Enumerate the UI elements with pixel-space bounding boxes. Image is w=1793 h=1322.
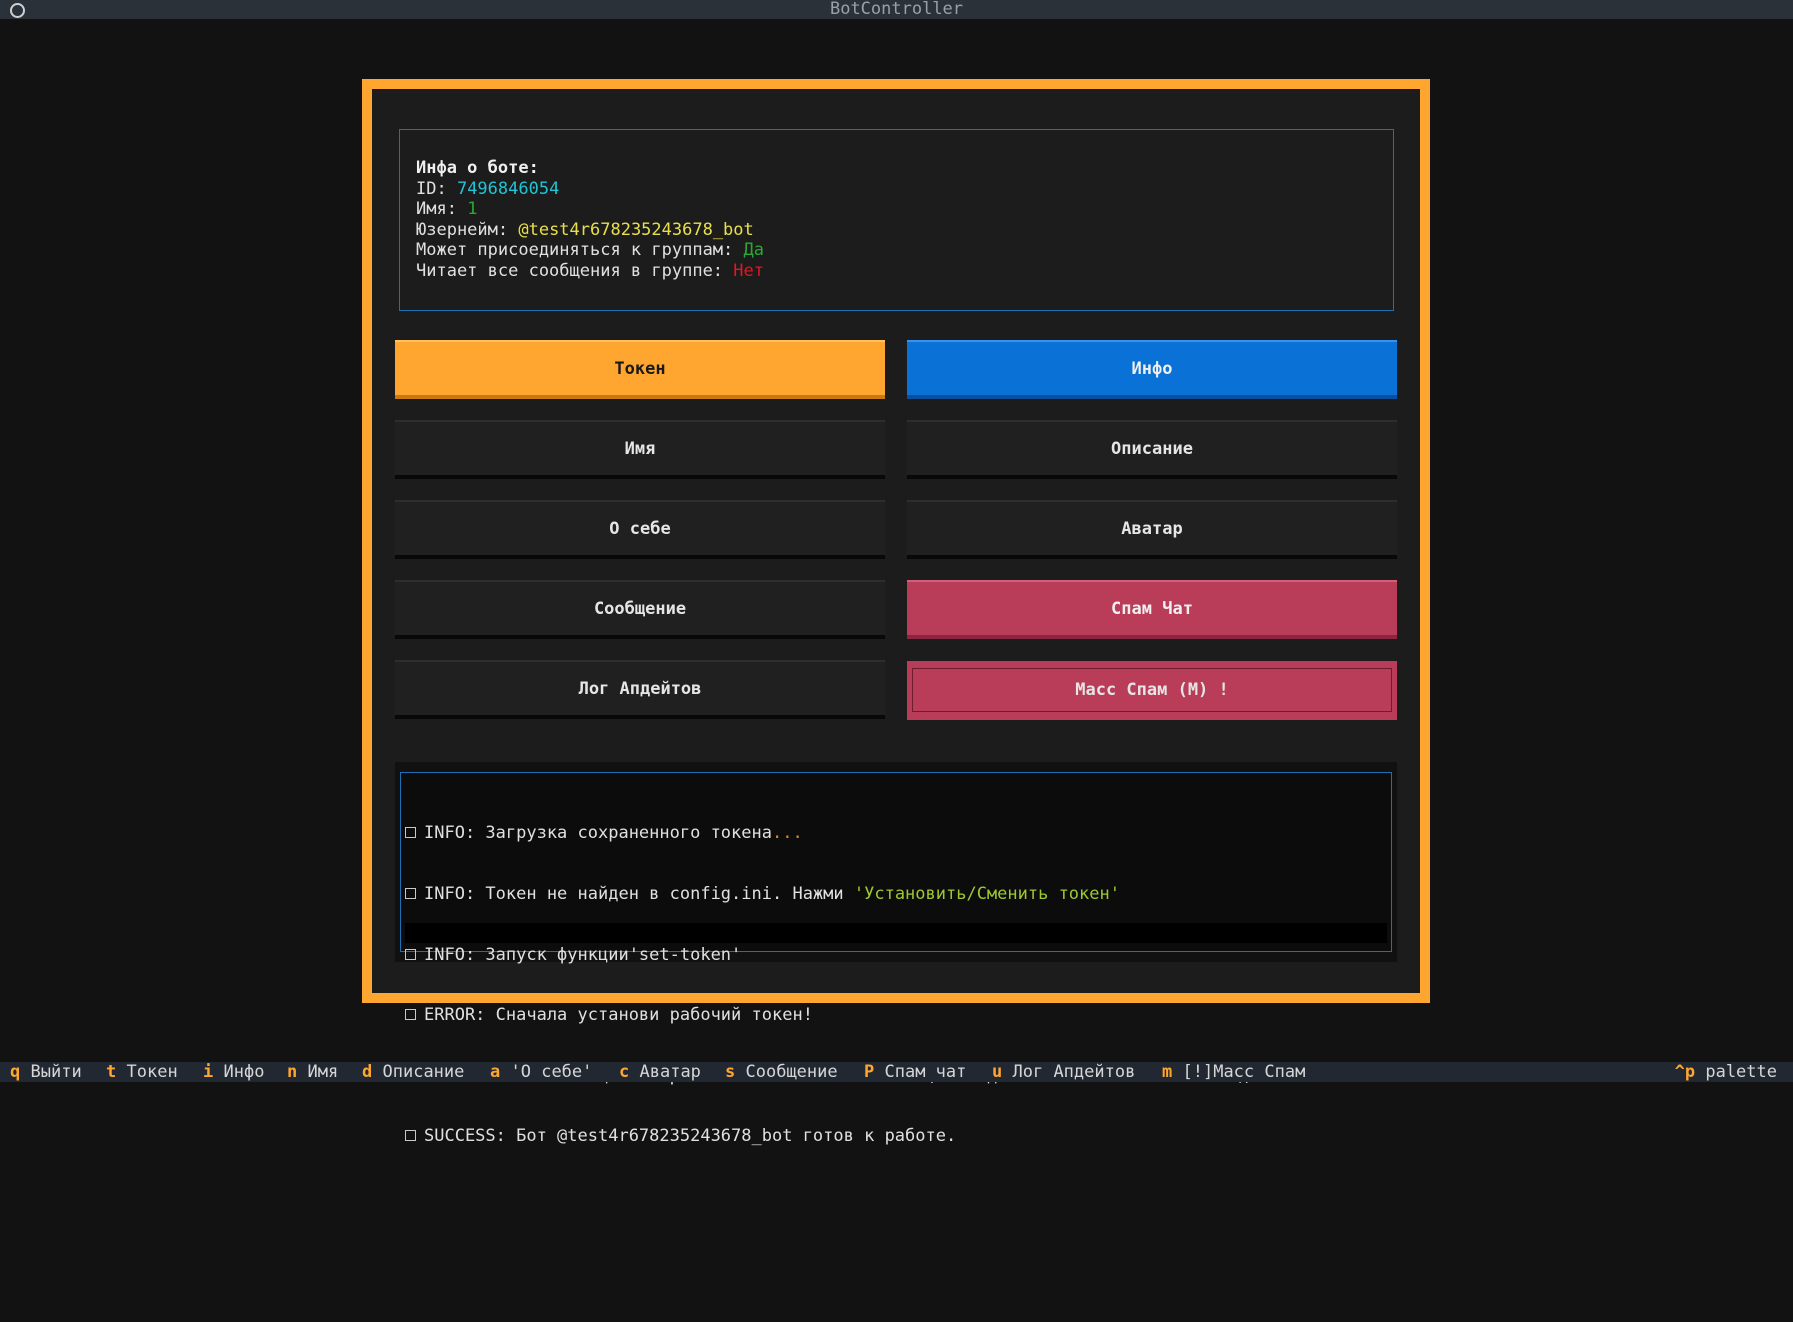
log-line: SUCCESS: Бот @test4r678235243678_bot гот… (405, 1126, 1391, 1146)
footer-item-update-log[interactable]: u Лог Апдейтов (992, 1062, 1135, 1082)
can-join-groups-label: Может присоединяться к группам: (416, 240, 744, 260)
log-panel[interactable]: INFO: Загрузка сохраненного токена... IN… (400, 772, 1392, 1146)
bot-username-label: Юзернейм: (416, 219, 519, 240)
log-input-line[interactable] (405, 923, 1387, 943)
window-circle-icon[interactable] (10, 3, 25, 18)
footer-item-token[interactable]: t Токен (106, 1062, 178, 1082)
bot-name-value: 1 (467, 199, 478, 219)
mass-spam-button-label: Масс Спам (M) ! (912, 668, 1392, 712)
token-button[interactable]: Токен (395, 340, 885, 399)
log-line: INFO: Загрузка сохраненного токена... (405, 823, 1391, 843)
footer-item-avatar[interactable]: c Аватар (619, 1062, 701, 1082)
bot-id-label: ID: (416, 178, 457, 199)
log-bullet-icon (405, 1130, 416, 1142)
info-button[interactable]: Инфо (907, 340, 1397, 399)
reads-all-messages-label: Читает все сообщения в группе: (416, 260, 734, 281)
mass-spam-button[interactable]: Масс Спам (M) ! (907, 661, 1397, 720)
footer-item-description[interactable]: d Описание (362, 1062, 464, 1082)
bot-username-value: @test4r678235243678_bot (518, 219, 754, 240)
log-line: ERROR: Сначала установи рабочий токен! (405, 1005, 1391, 1025)
bot-id-value: 7496846054 (456, 178, 560, 199)
name-button[interactable]: Имя (395, 420, 885, 479)
footer-item-name[interactable]: n Имя (287, 1062, 338, 1082)
footer-item-mass-spam[interactable]: m [!]Масс Спам (1162, 1062, 1305, 1082)
footer-item-info[interactable]: i Инфо (203, 1062, 264, 1082)
title-bar: BotController (0, 0, 1793, 19)
spam-chat-button[interactable]: Спам Чат (907, 580, 1397, 639)
can-join-groups-value: Да (743, 240, 764, 260)
log-line: INFO: Токен не найден в config.ini. Нажм… (405, 884, 1391, 904)
footer-keybar: q Выйти t Токен i Инфо n Имя d Описание … (0, 1062, 1793, 1082)
message-button[interactable]: Сообщение (395, 580, 885, 639)
footer-item-quit[interactable]: q Выйти (10, 1062, 82, 1082)
footer-item-about[interactable]: a 'О себе' (490, 1062, 592, 1082)
about-button[interactable]: О себе (395, 500, 885, 559)
bot-info-header: Инфа о боте: (416, 158, 539, 178)
log-bullet-icon (405, 948, 416, 960)
footer-item-spam-chat[interactable]: P Спам чат (864, 1062, 966, 1082)
bot-info-panel: Инфа о боте: ID: 7496846054 Имя: 1 Юзерн… (399, 129, 1394, 311)
log-bullet-icon (405, 1009, 416, 1021)
log-bullet-icon (405, 827, 416, 839)
footer-item-message[interactable]: s Сообщение (725, 1062, 838, 1082)
reads-all-messages-value: Нет (733, 260, 764, 281)
bot-name-label: Имя: (416, 199, 468, 219)
avatar-button[interactable]: Аватар (907, 500, 1397, 559)
log-bullet-icon (405, 888, 416, 899)
footer-palette[interactable]: ^p palette (1675, 1062, 1777, 1082)
window-title: BotController (829, 0, 964, 19)
update-log-button[interactable]: Лог Апдейтов (395, 660, 885, 719)
description-button[interactable]: Описание (907, 420, 1397, 479)
log-line: INFO: Запуск функции'set-token' (405, 945, 1391, 965)
